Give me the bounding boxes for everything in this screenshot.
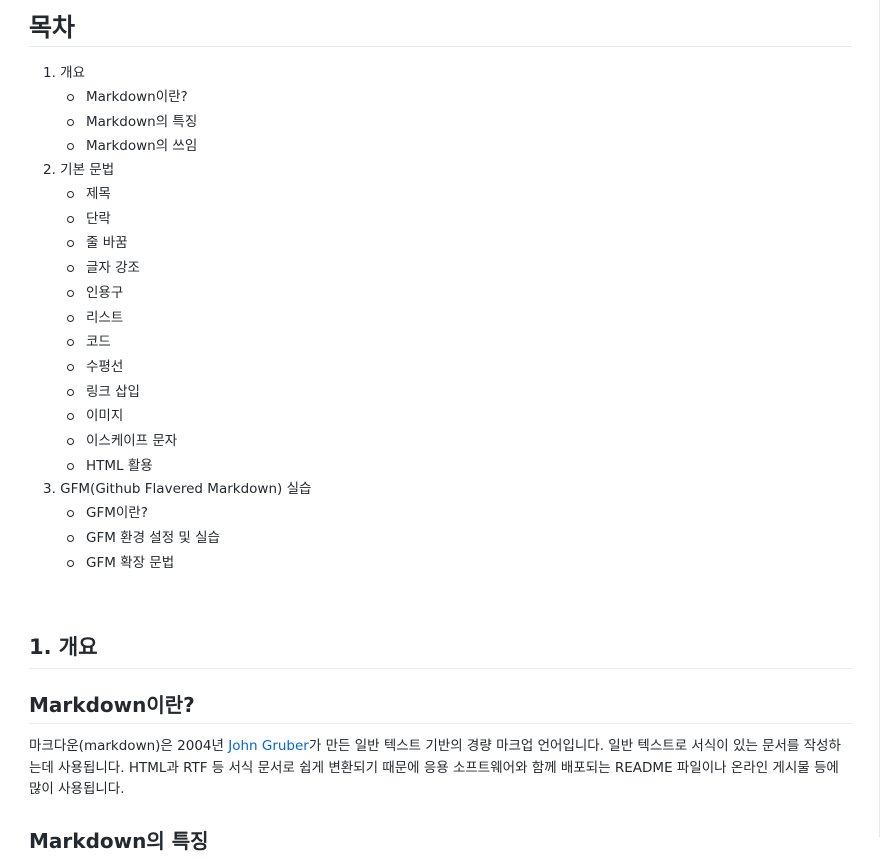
toc-item[interactable]: GFM 확장 문법 xyxy=(29,551,852,576)
bullet-icon xyxy=(67,510,74,518)
bullet-icon xyxy=(67,240,74,248)
bullet-icon xyxy=(67,118,74,126)
subheading-what-is-markdown: Markdown이란? xyxy=(29,687,852,725)
toc-item[interactable]: HTML 활용 xyxy=(29,454,852,479)
toc-section: 3. GFM(Github Flavered Markdown) 실습 GFM이… xyxy=(29,478,852,575)
bullet-icon xyxy=(67,535,74,542)
section-heading-overview: 1. 개요 xyxy=(29,626,852,670)
bullet-icon xyxy=(67,437,74,445)
bullet-icon xyxy=(67,191,74,199)
toc-section-label[interactable]: 3. GFM(Github Flavered Markdown) 실습 xyxy=(29,478,852,501)
toc-section-label[interactable]: 2. 기본 문법 xyxy=(29,159,852,182)
bullet-icon xyxy=(67,388,74,396)
toc-item[interactable]: 링크 삽입 xyxy=(29,380,852,405)
bullet-icon xyxy=(67,94,74,101)
bullet-icon xyxy=(67,265,74,273)
intro-paragraph: 마크다운(markdown)은 2004년 John Gruber가 만든 일반… xyxy=(29,738,841,798)
toc-section: 2. 기본 문법 제목 단락 줄 바꿈 글자 강조 인용구 리스트 코드 수평선… xyxy=(29,159,852,478)
bullet-icon xyxy=(67,462,74,470)
toc-sublist: GFM이란? GFM 환경 설정 및 실습 GFM 확장 문법 xyxy=(29,501,852,575)
toc-item[interactable]: 수평선 xyxy=(29,355,852,380)
table-of-contents: 1. 개요 Markdown이란? Markdown의 특징 Markdown의… xyxy=(29,62,852,575)
toc-item[interactable]: 코드 xyxy=(29,330,852,355)
toc-item[interactable]: 이스케이프 문자 xyxy=(29,429,852,454)
toc-item[interactable]: GFM이란? xyxy=(29,501,852,526)
toc-item[interactable]: 인용구 xyxy=(29,281,852,306)
toc-item[interactable]: 리스트 xyxy=(29,306,852,331)
article: 목차 1. 개요 Markdown이란? Markdown의 특징 Markdo… xyxy=(29,0,852,859)
toc-item[interactable]: 단락 xyxy=(29,207,852,232)
toc-item[interactable]: 제목 xyxy=(29,182,852,207)
john-gruber-link[interactable]: John Gruber xyxy=(228,738,309,754)
toc-sublist: Markdown이란? Markdown의 특징 Markdown의 쓰임 xyxy=(29,85,852,159)
subheading-markdown-features: Markdown의 특징 xyxy=(29,828,209,853)
bullet-icon xyxy=(67,215,74,223)
scrollbar-edge xyxy=(879,0,880,837)
bullet-icon xyxy=(67,339,74,347)
toc-item[interactable]: GFM 환경 설정 및 실습 xyxy=(29,526,852,551)
toc-item[interactable]: 글자 강조 xyxy=(29,256,852,281)
toc-section: 1. 개요 Markdown이란? Markdown의 특징 Markdown의… xyxy=(29,62,852,159)
toc-item[interactable]: 줄 바꿈 xyxy=(29,231,852,256)
toc-item[interactable]: Markdown의 특징 xyxy=(29,110,852,135)
toc-item[interactable]: Markdown의 쓰임 xyxy=(29,134,852,159)
toc-item[interactable]: Markdown이란? xyxy=(29,85,852,110)
toc-sublist: 제목 단락 줄 바꿈 글자 강조 인용구 리스트 코드 수평선 링크 삽입 이미… xyxy=(29,182,852,478)
toc-item[interactable]: 이미지 xyxy=(29,404,852,429)
bullet-icon xyxy=(67,289,74,297)
bullet-icon xyxy=(67,314,74,322)
bullet-icon xyxy=(67,363,74,371)
bullet-icon xyxy=(67,413,74,421)
bullet-icon xyxy=(67,143,74,151)
bullet-icon xyxy=(67,559,74,567)
toc-section-label[interactable]: 1. 개요 xyxy=(29,62,852,85)
toc-title: 목차 xyxy=(29,0,852,47)
